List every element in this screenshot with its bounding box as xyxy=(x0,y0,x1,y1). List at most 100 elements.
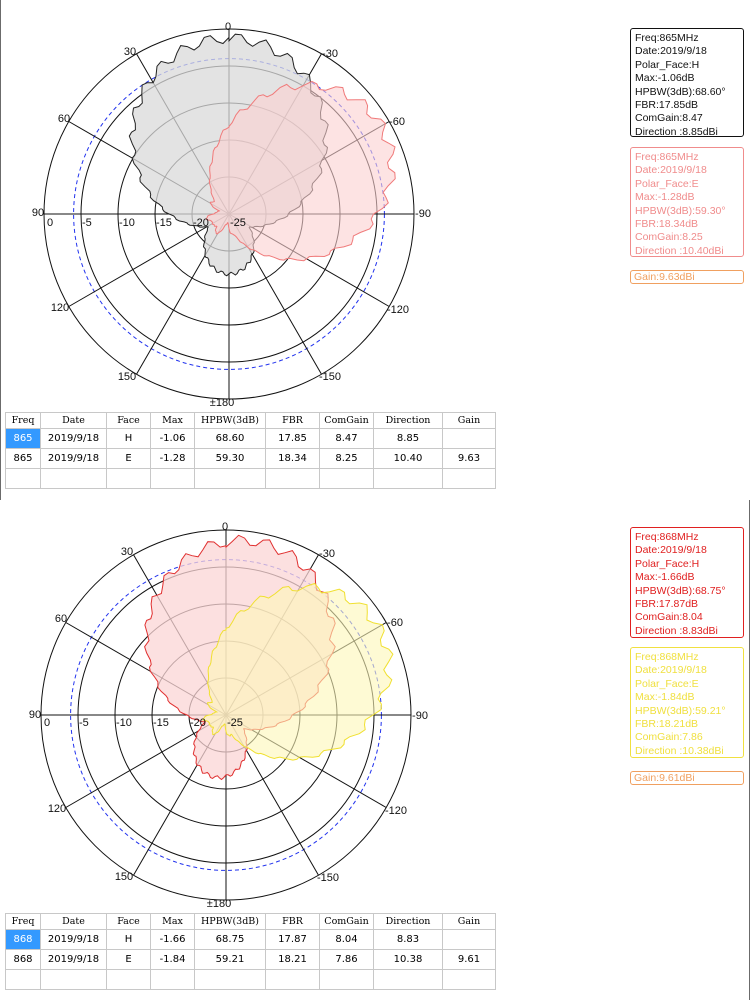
angle-label-30: 30 xyxy=(124,46,136,58)
info-fbr: FBR:18.34dB xyxy=(635,218,699,231)
cell-empty[interactable] xyxy=(265,969,320,990)
col-header: Direction xyxy=(373,913,443,930)
angle-label-180: ±180 xyxy=(207,898,231,910)
cell-empty[interactable] xyxy=(194,969,266,990)
cell-hpbw[interactable]: 59.21 xyxy=(194,949,266,970)
polar-plot: 0 30 -30 60 -60 90 -90 120 -120 150 -150… xyxy=(32,21,431,409)
cell-empty[interactable] xyxy=(150,969,195,990)
cell-empty[interactable] xyxy=(5,468,41,489)
cell-date[interactable]: 2019/9/18 xyxy=(40,929,107,950)
angle-label-neg60: -60 xyxy=(389,116,405,128)
info-hpbw: HPBW(3dB):59.21° xyxy=(635,704,726,717)
angle-label-150: 150 xyxy=(118,371,136,383)
info-max: Max:-1.06dB xyxy=(635,72,695,85)
table-row-empty[interactable] xyxy=(5,468,496,489)
cell-face[interactable]: E xyxy=(106,448,151,469)
cell-gain[interactable] xyxy=(442,428,496,449)
angle-label-neg150: -150 xyxy=(319,371,341,383)
info-direction: Direction :10.40dBi xyxy=(635,244,724,257)
angle-label-0: 0 xyxy=(225,21,231,33)
angle-label-neg90: -90 xyxy=(415,208,431,220)
cell-fbr[interactable]: 17.87 xyxy=(265,929,320,950)
radial-label-15: -15 xyxy=(156,217,172,229)
cell-empty[interactable] xyxy=(373,468,443,489)
cell-empty[interactable] xyxy=(265,468,320,489)
cell-freq[interactable]: 868 xyxy=(5,929,41,950)
cell-hpbw[interactable]: 68.60 xyxy=(194,428,266,449)
info-comgain: ComGain:8.25 xyxy=(635,231,703,244)
polar-plot: 0 30 -30 60 -60 90 -90 120 -120 150 -150… xyxy=(29,521,428,910)
cell-comgain[interactable]: 8.47 xyxy=(319,428,374,449)
cell-direction[interactable]: 8.83 xyxy=(373,929,443,950)
col-header: Gain xyxy=(442,412,496,429)
cell-max[interactable]: -1.84 xyxy=(150,949,195,970)
angle-label-90: 90 xyxy=(29,709,41,721)
cell-empty[interactable] xyxy=(5,969,41,990)
cell-empty[interactable] xyxy=(194,468,266,489)
cell-empty[interactable] xyxy=(150,468,195,489)
cell-date[interactable]: 2019/9/18 xyxy=(40,949,107,970)
info-hpbw: HPBW(3dB):68.60° xyxy=(635,85,726,98)
angle-label-60: 60 xyxy=(58,113,70,125)
cell-comgain[interactable]: 8.25 xyxy=(319,448,374,469)
cell-fbr[interactable]: 18.21 xyxy=(265,949,320,970)
e-plane-info-box: Freq:865MHz Date:2019/9/18 Polar_Face:E … xyxy=(630,147,744,257)
cell-comgain[interactable]: 7.86 xyxy=(319,949,374,970)
cell-face[interactable]: H xyxy=(106,929,151,950)
table-row-empty[interactable] xyxy=(5,969,496,990)
cell-hpbw[interactable]: 59.30 xyxy=(194,448,266,469)
info-comgain: ComGain:8.04 xyxy=(635,611,703,624)
gain-box: Gain:9.61dBi xyxy=(630,771,744,785)
cell-fbr[interactable]: 18.34 xyxy=(265,448,320,469)
angle-label-neg90: -90 xyxy=(412,710,428,722)
cell-empty[interactable] xyxy=(442,468,496,489)
cell-direction[interactable]: 8.85 xyxy=(373,428,443,449)
cell-max[interactable]: -1.66 xyxy=(150,929,195,950)
radial-label-5: -5 xyxy=(79,717,89,729)
info-date: Date:2019/9/18 xyxy=(635,164,707,177)
cell-fbr[interactable]: 17.85 xyxy=(265,428,320,449)
cell-freq[interactable]: 865 xyxy=(5,428,41,449)
radial-label-0: 0 xyxy=(47,217,53,229)
cell-empty[interactable] xyxy=(442,969,496,990)
info-fbr: FBR:17.85dB xyxy=(635,99,699,112)
results-table: Freq Date Face Max HPBW(3dB) FBR ComGain… xyxy=(5,412,496,489)
table-header-row: Freq Date Face Max HPBW(3dB) FBR ComGain… xyxy=(5,913,496,930)
col-header: ComGain xyxy=(319,913,374,930)
cell-hpbw[interactable]: 68.75 xyxy=(194,929,266,950)
cell-gain[interactable] xyxy=(442,929,496,950)
cell-max[interactable]: -1.28 xyxy=(150,448,195,469)
e-plane-info-box: Freq:868MHz Date:2019/9/18 Polar_Face:E … xyxy=(630,647,744,758)
cell-gain[interactable]: 9.63 xyxy=(442,448,496,469)
table-row[interactable]: 865 2019/9/18 E -1.28 59.30 18.34 8.25 1… xyxy=(5,448,496,469)
cell-comgain[interactable]: 8.04 xyxy=(319,929,374,950)
info-fbr: FBR:18.21dB xyxy=(635,718,699,731)
cell-empty[interactable] xyxy=(40,969,107,990)
cell-direction[interactable]: 10.40 xyxy=(373,448,443,469)
cell-empty[interactable] xyxy=(319,468,374,489)
angle-label-neg30: -30 xyxy=(322,48,338,60)
cell-empty[interactable] xyxy=(40,468,107,489)
cell-gain[interactable]: 9.61 xyxy=(442,949,496,970)
cell-empty[interactable] xyxy=(106,468,151,489)
cell-freq[interactable]: 868 xyxy=(5,949,41,970)
info-face: Polar_Face:E xyxy=(635,677,699,690)
col-header: Gain xyxy=(442,913,496,930)
cell-face[interactable]: E xyxy=(106,949,151,970)
cell-date[interactable]: 2019/9/18 xyxy=(40,428,107,449)
cell-empty[interactable] xyxy=(319,969,374,990)
cell-max[interactable]: -1.06 xyxy=(150,428,195,449)
cell-freq[interactable]: 865 xyxy=(5,448,41,469)
col-header: Face xyxy=(106,913,151,930)
cell-empty[interactable] xyxy=(373,969,443,990)
cell-date[interactable]: 2019/9/18 xyxy=(40,448,107,469)
table-header-row: Freq Date Face Max HPBW(3dB) FBR ComGain… xyxy=(5,412,496,429)
cell-direction[interactable]: 10.38 xyxy=(373,949,443,970)
angle-label-neg60: -60 xyxy=(387,617,403,629)
h-plane-info-box: Freq:865MHz Date:2019/9/18 Polar_Face:H … xyxy=(630,28,744,138)
cell-empty[interactable] xyxy=(106,969,151,990)
table-row[interactable]: 865 2019/9/18 H -1.06 68.60 17.85 8.47 8… xyxy=(5,428,496,449)
table-row[interactable]: 868 2019/9/18 E -1.84 59.21 18.21 7.86 1… xyxy=(5,949,496,970)
cell-face[interactable]: H xyxy=(106,428,151,449)
table-row[interactable]: 868 2019/9/18 H -1.66 68.75 17.87 8.04 8… xyxy=(5,929,496,950)
